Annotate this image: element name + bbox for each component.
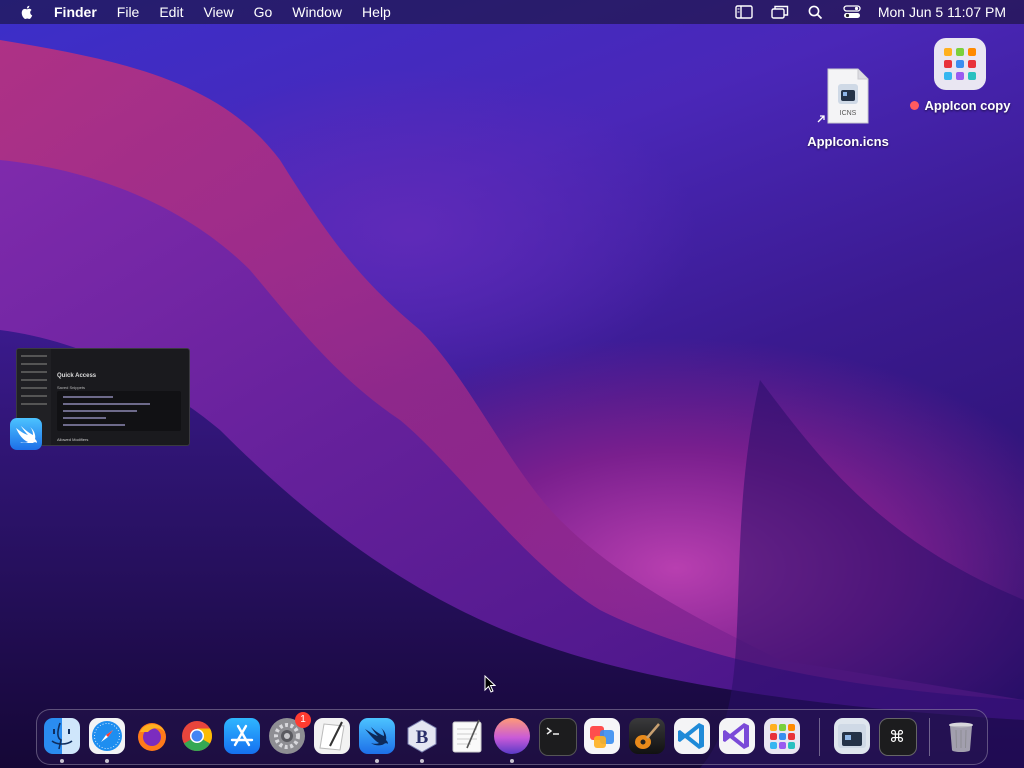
menubar-clock[interactable]: Mon Jun 5 11:07 PM <box>878 4 1006 20</box>
menu-go[interactable]: Go <box>244 0 283 24</box>
dock: 1 B ⌘ <box>36 709 988 765</box>
menu-window[interactable]: Window <box>282 0 352 24</box>
preview-code-block <box>57 391 181 431</box>
dock-textedit[interactable] <box>449 718 485 754</box>
chrome-icon <box>182 721 213 752</box>
search-icon[interactable] <box>806 4 826 20</box>
running-indicator <box>105 759 109 763</box>
icns-doc-text: ICNS <box>839 110 857 117</box>
dock-separator <box>819 718 820 756</box>
menu-edit[interactable]: Edit <box>149 0 193 24</box>
guitar-icon <box>635 723 660 749</box>
vscode-icon <box>678 723 704 749</box>
dock-bbedit[interactable]: B <box>404 718 440 754</box>
finder-face-icon <box>51 722 73 750</box>
running-indicator <box>510 759 514 763</box>
dock-appicon-icns[interactable] <box>834 718 870 754</box>
svg-text:⌘: ⌘ <box>889 727 905 746</box>
swift-bird-icon <box>365 727 388 746</box>
menu-app-name[interactable]: Finder <box>52 0 107 24</box>
preview-title: Quick Access <box>57 373 97 379</box>
dock-keyboard-shortcuts[interactable]: ⌘ <box>879 718 917 756</box>
bbedit-icon: B <box>407 719 437 753</box>
desktop-icon-label: AppIcon.icns <box>807 134 889 149</box>
window-preview-thumbnail[interactable]: Quick Access Saved Snippets Allowed Modi… <box>16 348 190 446</box>
dock-script-editor[interactable] <box>314 718 350 754</box>
mouse-cursor-icon <box>484 675 496 693</box>
running-indicator <box>60 759 64 763</box>
textedit-icon <box>452 719 482 753</box>
firefox-icon <box>138 723 166 751</box>
command-key-icon: ⌘ <box>889 727 905 746</box>
red-tag-icon <box>909 101 919 110</box>
sidebar-list-icon[interactable] <box>734 4 754 20</box>
apple-icon[interactable] <box>19 4 35 20</box>
desktop-icon-appicon-icns[interactable]: ICNS AppIcon.icns <box>800 68 896 149</box>
terminal-prompt-icon <box>546 727 559 735</box>
menu-file[interactable]: File <box>107 0 150 24</box>
alias-arrow-icon <box>817 115 825 123</box>
dock-vscode[interactable] <box>674 718 710 754</box>
notification-badge: 1 <box>295 712 311 728</box>
dock-trash[interactable] <box>943 718 979 754</box>
trash-icon <box>949 722 973 752</box>
icns-preview-icon <box>838 724 866 748</box>
safari-compass-icon <box>92 721 122 751</box>
visual-studio-icon <box>723 723 749 749</box>
running-indicator <box>420 759 424 763</box>
dock-app-store[interactable] <box>224 718 260 754</box>
dock-garageband[interactable] <box>629 718 665 754</box>
appicon-grid-icon <box>934 38 986 90</box>
dock-icon-composer[interactable] <box>584 718 620 754</box>
dock-terminal[interactable] <box>539 718 577 756</box>
menu-help[interactable]: Help <box>352 0 401 24</box>
desktop-icon-label: AppIcon copy <box>924 98 1011 113</box>
dock-appicon-grid[interactable] <box>764 718 800 754</box>
dock-finder[interactable] <box>44 718 80 754</box>
dock-firefox[interactable] <box>134 718 170 754</box>
pen-paper-icon <box>319 721 345 751</box>
dock-wallpaper[interactable] <box>494 718 530 754</box>
dock-separator <box>929 718 930 756</box>
dock-system-settings[interactable]: 1 <box>269 712 311 754</box>
desktop-icon-appicon-copy[interactable]: AppIcon copy <box>904 38 1016 113</box>
dock-swift-quick-access[interactable] <box>359 718 395 754</box>
app-store-icon <box>230 724 254 747</box>
preview-footer: Allowed Modifiers <box>57 437 89 442</box>
menu-bar: Finder File Edit View Go Window Help Mon… <box>0 0 1024 24</box>
app-grid-icon <box>770 724 795 749</box>
icon-composer-icon <box>590 726 614 748</box>
preview-subtitle: Saved Snippets <box>57 385 86 390</box>
svg-text:B: B <box>416 727 429 748</box>
dock-chrome[interactable] <box>179 718 215 754</box>
control-center-icon[interactable] <box>842 4 862 20</box>
dock-visual-studio[interactable] <box>719 718 755 754</box>
icns-file-icon: ICNS <box>817 68 870 124</box>
running-indicator <box>375 759 379 763</box>
swift-bird-icon[interactable] <box>10 418 42 450</box>
windows-icon[interactable] <box>770 4 790 20</box>
menu-view[interactable]: View <box>193 0 243 24</box>
dock-safari[interactable] <box>89 718 125 754</box>
